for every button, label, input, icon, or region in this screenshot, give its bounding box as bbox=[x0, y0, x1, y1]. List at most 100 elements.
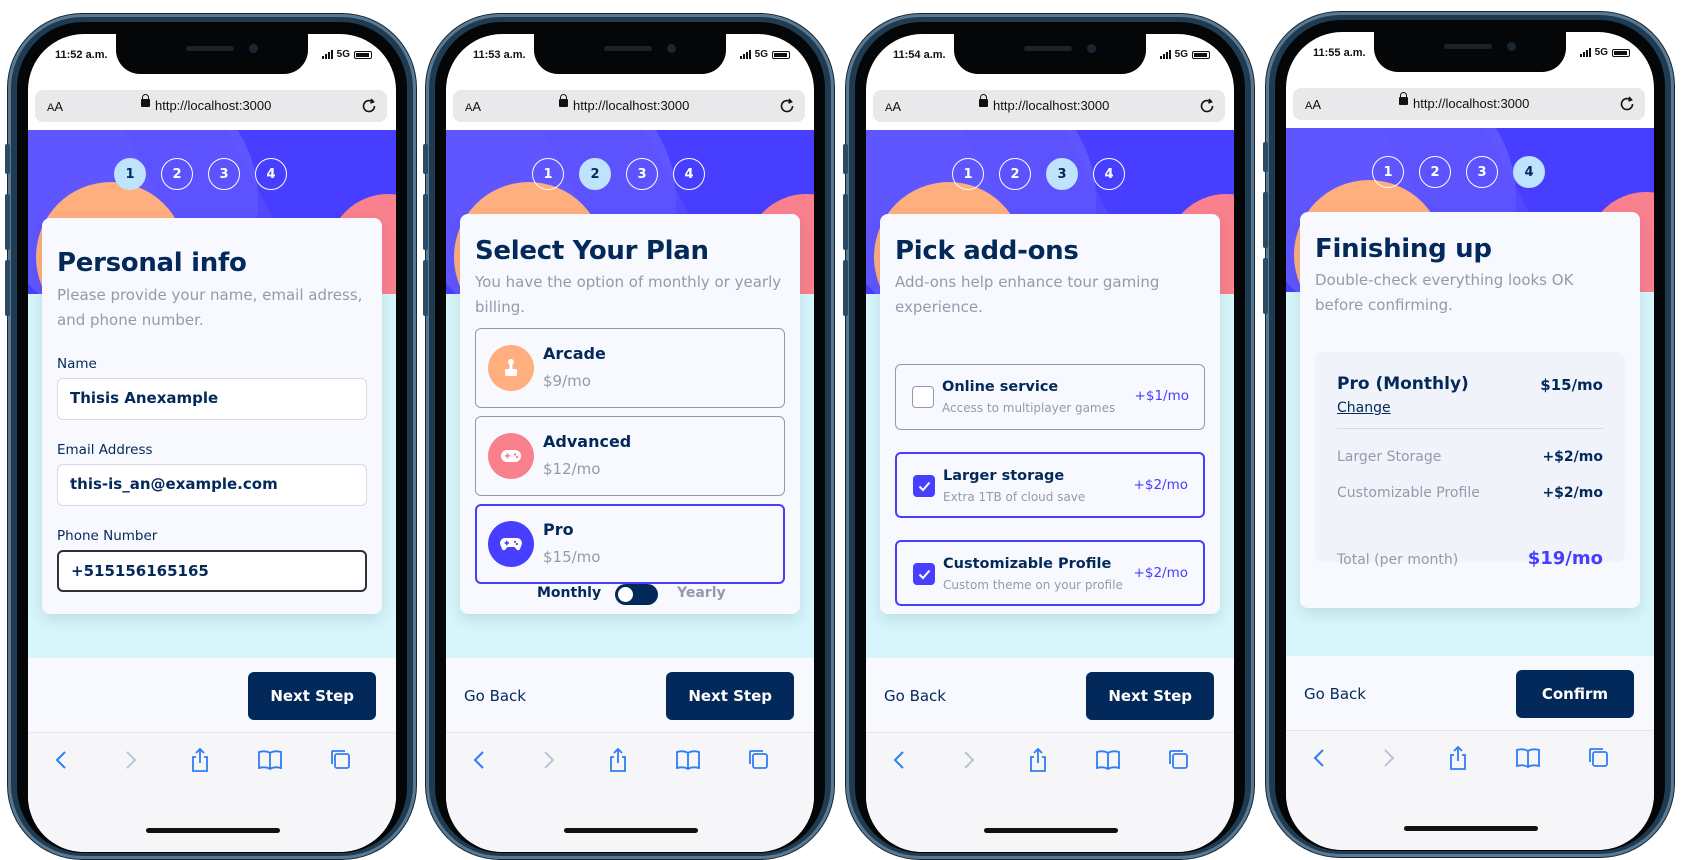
home-indicator[interactable] bbox=[564, 828, 698, 833]
phone-field[interactable]: +515156165165 bbox=[57, 550, 367, 592]
text-size-button[interactable]: AA bbox=[465, 99, 481, 114]
home-indicator[interactable] bbox=[984, 828, 1118, 833]
addon-online-service[interactable]: Online service Access to multiplayer gam… bbox=[895, 364, 1205, 430]
addon-checkbox[interactable] bbox=[913, 475, 935, 497]
form-card: Finishing up Double-check everything loo… bbox=[1300, 212, 1640, 608]
yearly-label[interactable]: Yearly bbox=[677, 585, 726, 601]
address-bar[interactable]: AA http://localhost:3000 bbox=[453, 90, 805, 122]
share-icon[interactable] bbox=[1446, 745, 1470, 773]
step-4[interactable]: 4 bbox=[1513, 156, 1545, 188]
addon-larger-storage[interactable]: Larger storage Extra 1TB of cloud save +… bbox=[895, 452, 1205, 518]
next-step-button[interactable]: Next Step bbox=[666, 672, 794, 720]
browser-toolbar bbox=[28, 732, 396, 852]
step-2[interactable]: 2 bbox=[161, 158, 193, 190]
summary-divider bbox=[1337, 428, 1603, 429]
addon-price: +$1/mo bbox=[1134, 388, 1189, 404]
page-subtitle: Double-check everything looks OK before … bbox=[1315, 271, 1574, 314]
step-4[interactable]: 4 bbox=[1093, 158, 1125, 190]
tabs-icon[interactable] bbox=[1166, 747, 1192, 773]
checkmark-icon bbox=[918, 569, 930, 579]
tabs-icon[interactable] bbox=[1586, 745, 1612, 771]
address-bar[interactable]: AA http://localhost:3000 bbox=[35, 90, 387, 122]
step-4[interactable]: 4 bbox=[255, 158, 287, 190]
step-1[interactable]: 1 bbox=[952, 158, 984, 190]
step-1[interactable]: 1 bbox=[1372, 156, 1404, 188]
next-step-button[interactable]: Next Step bbox=[248, 672, 376, 720]
addon-checkbox[interactable] bbox=[913, 563, 935, 585]
reload-icon[interactable] bbox=[777, 96, 797, 116]
plan-option-pro[interactable]: Pro $15/mo bbox=[475, 504, 785, 584]
addon-customizable-profile[interactable]: Customizable Profile Custom theme on you… bbox=[895, 540, 1205, 606]
back-chevron-icon[interactable] bbox=[470, 747, 490, 773]
tabs-icon[interactable] bbox=[328, 747, 354, 773]
text-size-button[interactable]: AA bbox=[47, 99, 63, 114]
tabs-icon[interactable] bbox=[746, 747, 772, 773]
network-label: 5G bbox=[1174, 49, 1188, 60]
bookmarks-icon[interactable] bbox=[674, 747, 702, 773]
forward-chevron-icon[interactable] bbox=[538, 747, 558, 773]
back-chevron-icon[interactable] bbox=[1310, 745, 1330, 771]
step-4[interactable]: 4 bbox=[673, 158, 705, 190]
forward-chevron-icon[interactable] bbox=[120, 747, 140, 773]
address-bar[interactable]: AA http://localhost:3000 bbox=[1293, 88, 1645, 120]
network-label: 5G bbox=[754, 49, 768, 60]
step-3[interactable]: 3 bbox=[1046, 158, 1078, 190]
confirm-button[interactable]: Confirm bbox=[1515, 670, 1634, 718]
step-1[interactable]: 1 bbox=[114, 158, 146, 190]
text-size-button[interactable]: AA bbox=[885, 99, 901, 114]
url-text[interactable]: http://localhost:3000 bbox=[573, 98, 689, 113]
back-chevron-icon[interactable] bbox=[890, 747, 910, 773]
phone-screen: 11:52 a.m. 5G AA http://localhost:3000 1… bbox=[28, 34, 396, 852]
notch bbox=[116, 34, 308, 74]
step-1[interactable]: 1 bbox=[532, 158, 564, 190]
form-card: Select Your Plan You have the option of … bbox=[460, 214, 800, 614]
address-bar[interactable]: AA http://localhost:3000 bbox=[873, 90, 1225, 122]
forward-chevron-icon[interactable] bbox=[958, 747, 978, 773]
home-indicator[interactable] bbox=[1404, 826, 1538, 831]
name-field[interactable]: Thisis Anexample bbox=[57, 378, 367, 420]
plan-price: $15/mo bbox=[543, 548, 601, 566]
url-text[interactable]: http://localhost:3000 bbox=[155, 98, 271, 113]
bookmarks-icon[interactable] bbox=[1094, 747, 1122, 773]
phone-frame-1: 11:52 a.m. 5G AA http://localhost:3000 1… bbox=[5, 14, 416, 859]
lock-icon bbox=[979, 94, 988, 107]
go-back-button[interactable]: Go Back bbox=[884, 687, 946, 705]
step-3[interactable]: 3 bbox=[208, 158, 240, 190]
email-field[interactable]: this-is_an@example.com bbox=[57, 464, 367, 506]
bookmarks-icon[interactable] bbox=[256, 747, 284, 773]
go-back-button[interactable]: Go Back bbox=[464, 687, 526, 705]
reload-icon[interactable] bbox=[1197, 96, 1217, 116]
share-icon[interactable] bbox=[188, 747, 212, 775]
step-2[interactable]: 2 bbox=[1419, 156, 1451, 188]
url-text[interactable]: http://localhost:3000 bbox=[1413, 96, 1529, 111]
back-chevron-icon[interactable] bbox=[52, 747, 72, 773]
notch bbox=[534, 34, 726, 74]
phone-screen: 11:53 a.m. 5G AA http://localhost:3000 1… bbox=[446, 34, 814, 852]
text-size-button[interactable]: AA bbox=[1305, 97, 1321, 112]
reload-icon[interactable] bbox=[359, 96, 379, 116]
plan-option-advanced[interactable]: Advanced $12/mo bbox=[475, 416, 785, 496]
step-2[interactable]: 2 bbox=[999, 158, 1031, 190]
step-3[interactable]: 3 bbox=[1466, 156, 1498, 188]
bookmarks-icon[interactable] bbox=[1514, 745, 1542, 771]
forward-chevron-icon[interactable] bbox=[1378, 745, 1398, 771]
addon-checkbox[interactable] bbox=[912, 386, 934, 408]
go-back-button[interactable]: Go Back bbox=[1304, 685, 1366, 703]
reload-icon[interactable] bbox=[1617, 94, 1637, 114]
change-plan-link[interactable]: Change bbox=[1337, 400, 1391, 416]
monthly-label[interactable]: Monthly bbox=[537, 585, 601, 601]
page-title: Finishing up bbox=[1315, 234, 1492, 264]
plan-price: $12/mo bbox=[543, 460, 601, 478]
plan-option-arcade[interactable]: Arcade $9/mo bbox=[475, 328, 785, 408]
addon-price: +$2/mo bbox=[1133, 565, 1188, 581]
step-3[interactable]: 3 bbox=[626, 158, 658, 190]
billing-toggle[interactable] bbox=[615, 584, 658, 605]
share-icon[interactable] bbox=[1026, 747, 1050, 775]
share-icon[interactable] bbox=[606, 747, 630, 775]
url-text[interactable]: http://localhost:3000 bbox=[993, 98, 1109, 113]
home-indicator[interactable] bbox=[146, 828, 280, 833]
phone-frame-4: 11:55 a.m. 5G AA http://localhost:3000 1… bbox=[1263, 12, 1674, 857]
step-2[interactable]: 2 bbox=[579, 158, 611, 190]
plan-name: Advanced bbox=[543, 432, 632, 451]
next-step-button[interactable]: Next Step bbox=[1086, 672, 1214, 720]
